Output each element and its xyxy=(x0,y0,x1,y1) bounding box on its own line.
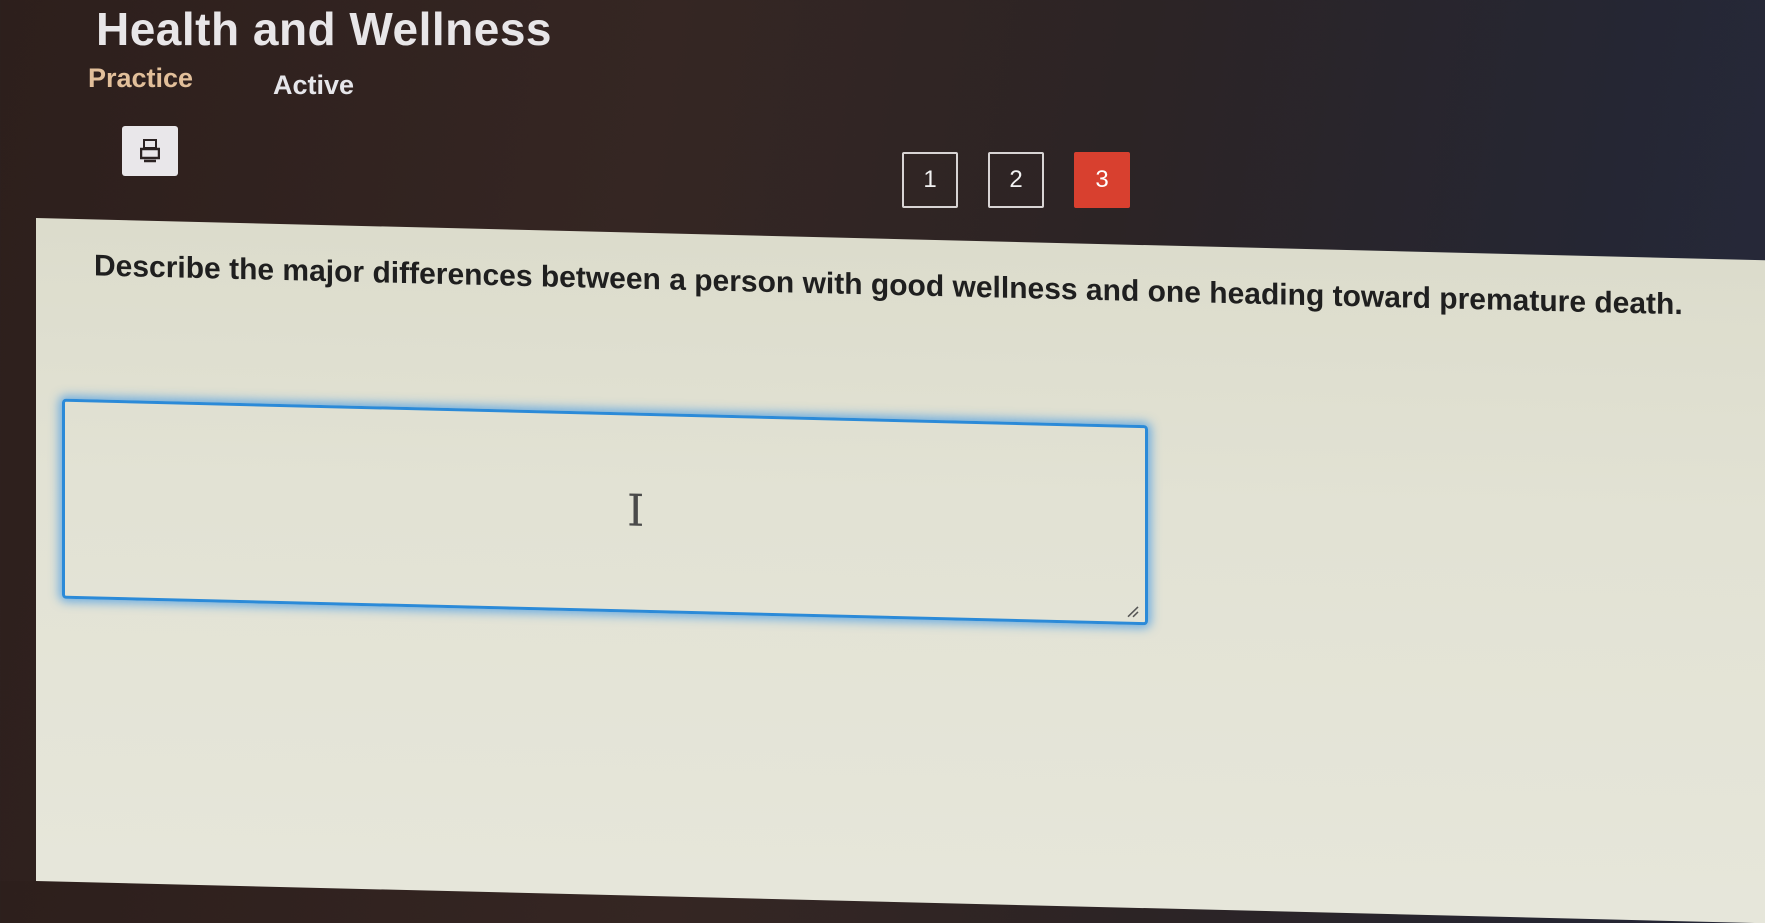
page-button-3-current[interactable]: 3 xyxy=(1074,152,1130,208)
answer-textarea[interactable]: I xyxy=(62,398,1148,626)
page-button-1[interactable]: 1 xyxy=(902,152,958,208)
question-text: Describe the major differences between a… xyxy=(94,249,1683,322)
tab-active[interactable]: Active xyxy=(273,70,354,101)
header: Health and Wellness Practice Active 1 2 … xyxy=(0,0,1765,230)
print-icon xyxy=(140,139,160,163)
course-title: Health and Wellness xyxy=(96,3,553,55)
print-button[interactable] xyxy=(122,126,178,176)
resize-handle-icon[interactable] xyxy=(1125,604,1139,618)
tab-practice[interactable]: Practice xyxy=(88,63,193,94)
page-button-2[interactable]: 2 xyxy=(988,152,1044,208)
question-panel: Describe the major differences between a… xyxy=(36,218,1765,923)
text-cursor-icon: I xyxy=(627,485,645,537)
